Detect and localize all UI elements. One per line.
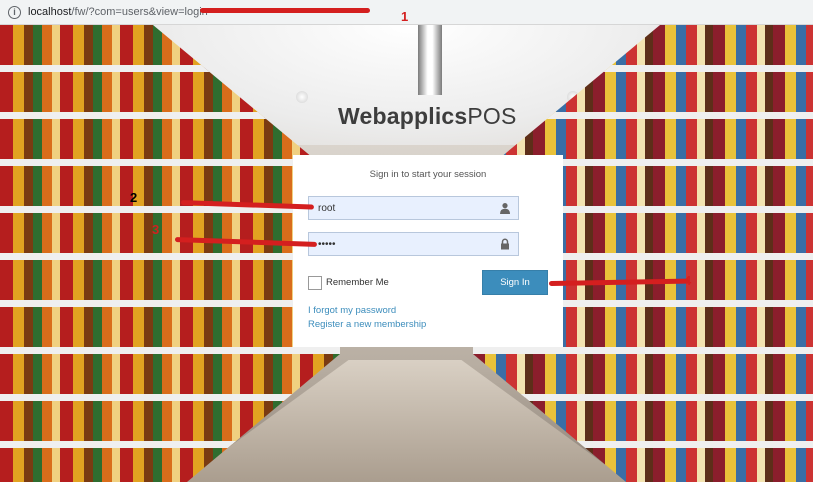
- annotation-number-3: 3: [152, 222, 160, 237]
- url-text[interactable]: localhost/fw/?com=users&view=login: [28, 6, 208, 18]
- remember-checkbox[interactable]: [308, 275, 322, 290]
- lock-icon: [501, 238, 509, 250]
- annotation-number-1: 1: [401, 9, 409, 24]
- ceiling-lamp: [418, 25, 442, 95]
- password-field-wrapper: [308, 232, 519, 256]
- remember-label[interactable]: Remember Me: [326, 277, 389, 288]
- register-link[interactable]: Register a new membership: [308, 318, 548, 332]
- username-field[interactable]: [308, 196, 519, 220]
- logo-thin: POS: [467, 103, 517, 129]
- sign-in-button[interactable]: Sign In: [482, 270, 548, 295]
- username-field-wrapper: [308, 196, 519, 220]
- logo-bold: Webapplics: [338, 103, 468, 129]
- annotation-number-2: 2: [130, 190, 138, 205]
- spotlight-left: [296, 91, 308, 103]
- login-links: I forgot my password Register a new memb…: [308, 304, 548, 332]
- password-field[interactable]: [308, 232, 519, 256]
- remember-me[interactable]: Remember Me: [308, 275, 389, 290]
- info-icon[interactable]: i: [8, 5, 21, 19]
- login-message: Sign in to start your session: [369, 169, 487, 180]
- annotation-line-1: [200, 8, 370, 13]
- login-box: Sign in to start your session Remember M…: [293, 155, 563, 347]
- url-path: /fw/?com=users&view=login: [71, 6, 208, 18]
- forgot-password-link[interactable]: I forgot my password: [308, 304, 548, 318]
- login-actions: Remember Me Sign In: [308, 270, 548, 295]
- user-icon: [500, 203, 510, 214]
- app-logo: WebapplicsPOS: [338, 103, 517, 130]
- annotation-number-4: 4: [684, 273, 692, 288]
- url-host: localhost: [28, 6, 72, 18]
